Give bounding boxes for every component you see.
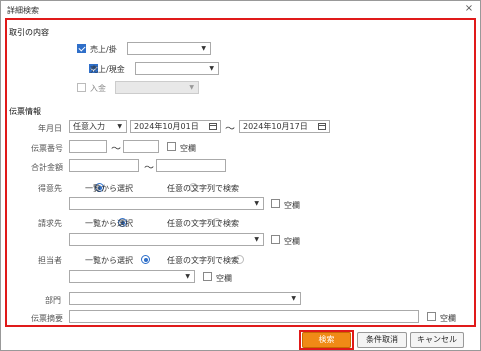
client-select[interactable]: ▼ [69,197,264,210]
date-mode-value: 任意入力 [73,122,105,131]
dropdown-arrow-icon: ▼ [117,123,122,130]
clear-conditions-button[interactable]: 条件取消 [357,332,407,348]
label-sales-cash: 売上/現金 [90,65,125,74]
checkbox-memo-empty[interactable] [427,312,436,321]
client-radio-list-label: 一覧から選択 [85,184,133,193]
memo-label: 伝票摘要 [31,314,63,323]
date-from-value: 2024年10月01日 [134,122,199,131]
dialog-title: 詳細検索 [7,6,39,15]
memo-empty-label: 空欄 [440,314,456,323]
checkbox-client-empty[interactable] [271,199,280,208]
date-to-field[interactable]: 2024年10月17日 [239,120,330,133]
amount-range-tilde: ～ [144,163,154,174]
slip-number-label: 伝票番号 [31,144,63,153]
dropdown-arrow-icon: ▼ [254,236,259,243]
search-button[interactable]: 検索 [302,332,351,348]
client-empty-label: 空欄 [284,201,300,210]
close-icon[interactable]: × [463,3,475,15]
staff-select[interactable]: ▼ [69,270,195,283]
slip-section-title: 伝票情報 [9,107,41,116]
number-range-tilde: ～ [111,144,121,155]
checkbox-payment[interactable] [77,83,86,92]
calendar-icon[interactable] [318,123,326,130]
staff-empty-label: 空欄 [216,274,232,283]
dropdown-arrow-icon: ▼ [254,200,259,207]
checkbox-sales-credit[interactable] [77,44,86,53]
staff-label: 担当者 [38,256,62,265]
billing-select[interactable]: ▼ [69,233,264,246]
client-radio-text-label: 任意の文字列で検索 [167,184,239,193]
dropdown-arrow-icon: ▼ [209,65,214,72]
dropdown-arrow-icon: ▼ [189,84,194,91]
amount-label: 合計金額 [31,163,63,172]
label-sales-credit: 売上/掛 [90,45,117,54]
slip-number-from-input[interactable] [69,140,107,153]
title-bar: 詳細検索 × [1,1,480,18]
checkbox-billing-empty[interactable] [271,235,280,244]
sales-cash-select[interactable]: ▼ [135,62,219,75]
staff-radio-text-label: 任意の文字列で検索 [167,256,239,265]
payment-select[interactable]: ▼ [115,81,199,94]
checkbox-staff-empty[interactable] [203,272,212,281]
date-to-value: 2024年10月17日 [243,122,308,131]
label-payment: 入金 [90,84,106,93]
date-range-tilde: ～ [225,124,235,135]
client-label: 得意先 [38,184,62,193]
dropdown-arrow-icon: ▼ [185,273,190,280]
search-dialog: 詳細検索 × 取引の内容 売上/掛 ▼ 売上/現金 ▼ 入金 ▼ 伝票情報 年月… [0,0,481,351]
staff-radio-list[interactable] [141,255,151,264]
billing-label: 請求先 [38,219,62,228]
department-label: 部門 [45,296,61,305]
billing-radio-text-label: 任意の文字列で検索 [167,219,239,228]
slip-number-to-input[interactable] [123,140,159,153]
sales-credit-select[interactable]: ▼ [127,42,211,55]
cancel-button[interactable]: キャンセル [410,332,464,348]
department-select[interactable]: ▼ [69,292,301,305]
billing-empty-label: 空欄 [284,237,300,246]
dropdown-arrow-icon: ▼ [291,295,296,302]
checkbox-number-empty[interactable] [167,142,176,151]
staff-radio-list-label: 一覧から選択 [85,256,133,265]
date-from-field[interactable]: 2024年10月01日 [130,120,221,133]
date-label: 年月日 [38,124,62,133]
billing-radio-list-label: 一覧から選択 [85,219,133,228]
dropdown-arrow-icon: ▼ [201,45,206,52]
memo-input[interactable] [69,310,419,323]
calendar-icon[interactable] [209,123,217,130]
search-conditions-panel: 取引の内容 売上/掛 ▼ 売上/現金 ▼ 入金 ▼ 伝票情報 年月日 任意入力 ▼… [5,18,476,327]
amount-from-input[interactable] [69,159,139,172]
trade-section-title: 取引の内容 [9,28,49,37]
number-empty-label: 空欄 [180,144,196,153]
date-mode-select[interactable]: 任意入力 ▼ [69,120,127,133]
amount-to-input[interactable] [156,159,226,172]
